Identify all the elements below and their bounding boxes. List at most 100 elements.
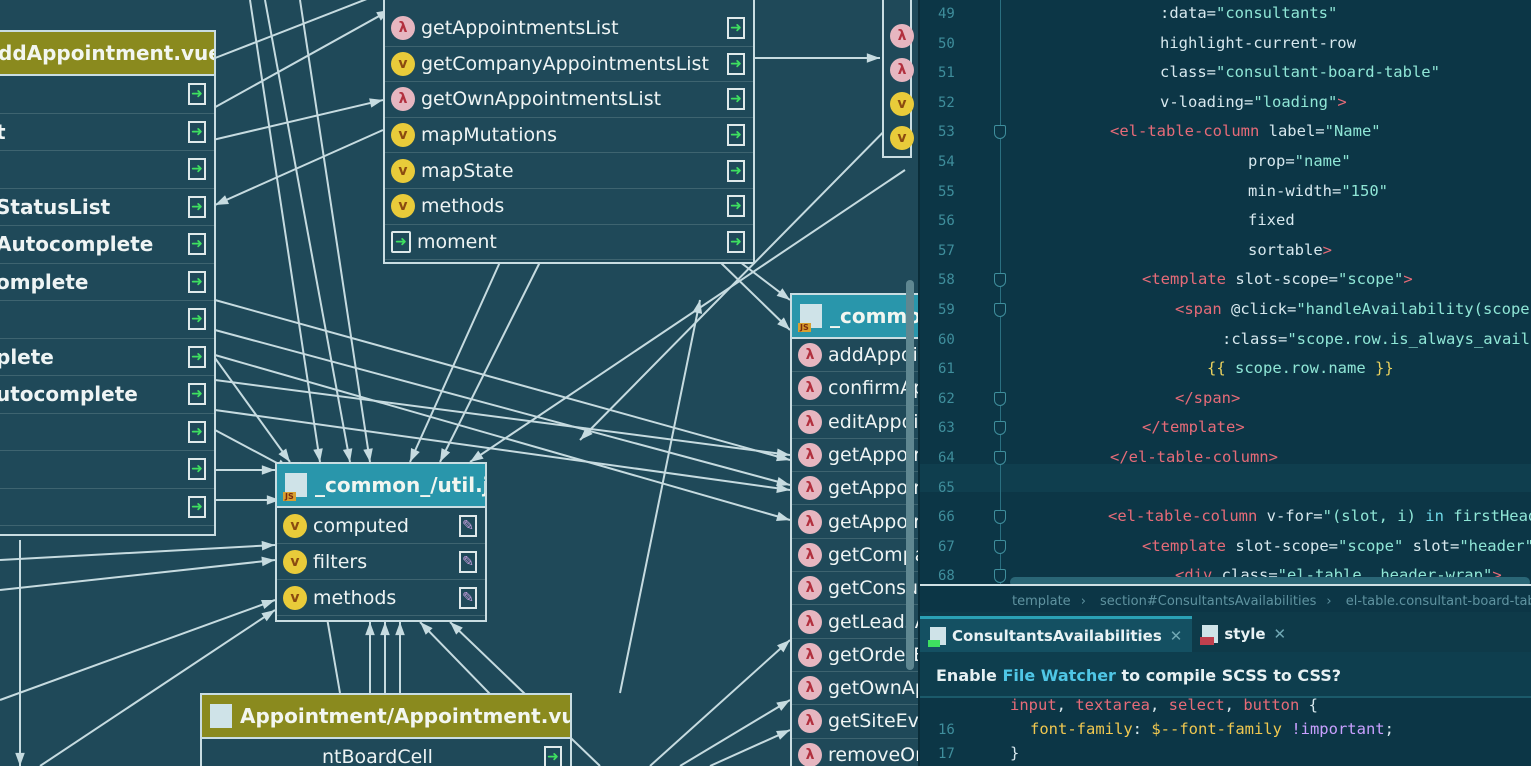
member-row[interactable]: utocomplete ➜ — [0, 376, 214, 414]
line-number: 59 — [938, 302, 955, 318]
member-row[interactable]: λ getAppoir — [792, 472, 918, 506]
member-row[interactable]: λ getConsul — [792, 572, 918, 606]
fold-marker-icon[interactable] — [994, 539, 1006, 554]
breadcrumb-item[interactable]: template — [1012, 594, 1071, 609]
code-line[interactable]: font-family: $--font-family !important; — [1030, 720, 1394, 738]
common-api-node[interactable]: JS _common_ λ addAppoi λ confirmAp λ editAppoi… — [790, 293, 918, 766]
lambda-icon: λ — [798, 676, 822, 701]
code-line[interactable]: :class="scope.row.is_always_available ? — [1222, 330, 1531, 348]
member-row[interactable]: λ getAppointmentsList ➜ — [385, 11, 753, 47]
member-row[interactable]: ➜ — [0, 489, 214, 526]
member-row[interactable]: v methods ✎ — [277, 580, 485, 616]
breadcrumb-item[interactable]: el-table.consultant-board-table — [1346, 594, 1531, 609]
code-line[interactable]: v-loading="loading"> — [1160, 93, 1347, 111]
code-line[interactable]: <template slot-scope="scope"> — [1142, 270, 1413, 288]
member-row[interactable]: ➜ — [0, 301, 214, 339]
code-line[interactable]: min-width="150" — [1248, 182, 1388, 200]
code-token: , — [1056, 696, 1076, 714]
member-row[interactable]: λ getAppoir — [792, 505, 918, 539]
code-token: $--font-family — [1151, 720, 1292, 738]
node-title: _common_/util.js — [315, 473, 485, 497]
code-line[interactable]: {{ scope.row.name }} — [1207, 359, 1394, 377]
member-row[interactable]: Autocomplete ➜ — [0, 226, 214, 264]
code-token: { — [1299, 696, 1319, 714]
export-arrow-icon: ➜ — [188, 345, 206, 368]
code-line[interactable]: <span @click="handleAvailability(scope.r… — [1175, 300, 1531, 318]
code-token: "Name" — [1324, 122, 1381, 141]
member-row[interactable]: λ editAppoi — [792, 406, 918, 439]
member-row[interactable]: v filters ✎ — [277, 544, 485, 580]
member-row[interactable]: λ getOwnAp — [792, 672, 918, 706]
member-row[interactable]: v getCompanyAppointmentsList ➜ — [385, 47, 753, 83]
fold-marker-icon[interactable] — [994, 303, 1006, 317]
close-icon[interactable]: ✕ — [1170, 627, 1183, 645]
member-row[interactable]: λ removeOr — [792, 739, 918, 766]
fold-marker-icon[interactable] — [994, 273, 1006, 288]
code-line[interactable]: :data="consultants" — [1160, 4, 1337, 22]
diagram-scrollbar[interactable] — [906, 280, 914, 670]
code-line[interactable]: input, textarea, select, button { — [1010, 696, 1318, 714]
fold-marker-icon[interactable] — [994, 125, 1006, 140]
member-row[interactable]: v mapMutations ➜ — [385, 118, 753, 154]
appointment-vue-node[interactable]: Appointment/Appointment.vue ntBoardCell ➜ — [200, 693, 572, 766]
code-line[interactable]: <el-table-column label="Name" — [1110, 122, 1381, 140]
code-token: :data= — [1160, 4, 1216, 22]
member-row[interactable]: λ getOwnAppointmentsList ➜ — [385, 82, 753, 118]
member-row[interactable]: λ getSiteEve — [792, 705, 918, 739]
fold-marker-icon[interactable] — [994, 421, 1006, 436]
code-line[interactable]: </template> — [1142, 418, 1245, 436]
code-line[interactable]: sortable> — [1248, 241, 1332, 259]
member-row[interactable]: ➜ moment ➜ — [385, 225, 753, 261]
code-line[interactable]: <template slot-scope="scope" slot="heade… — [1142, 537, 1531, 555]
member-label: plete — [0, 344, 54, 369]
code-line[interactable]: highlight-current-row — [1160, 34, 1356, 52]
member-row[interactable]: t➜ — [0, 114, 214, 151]
code-line[interactable]: </span> — [1175, 389, 1240, 407]
member-row[interactable]: λ confirmAp — [792, 372, 918, 406]
member-row[interactable]: λ getCompa — [792, 539, 918, 573]
fold-marker-icon[interactable] — [994, 451, 1006, 465]
fold-marker-icon[interactable] — [994, 391, 1006, 406]
code-line[interactable]: class="consultant-board-table" — [1160, 63, 1440, 81]
member-row[interactable]: ➜ — [0, 151, 214, 189]
member-row[interactable]: λ getAppoir — [792, 439, 918, 473]
member-label: getAppoir — [828, 510, 918, 533]
member-row[interactable]: ➜ — [0, 451, 214, 489]
file-watcher-link[interactable]: File Watcher — [1002, 666, 1115, 685]
export-arrow-icon: ➜ — [727, 230, 745, 253]
member-row[interactable]: ntBoardCell ➜ — [202, 739, 570, 766]
member-row[interactable]: StatusList ➜ — [0, 189, 214, 226]
member-row[interactable]: v computed ✎ — [277, 508, 485, 544]
member-row[interactable]: v methods ➜ — [385, 189, 753, 225]
code-token: "consultants" — [1216, 4, 1338, 22]
partial-node[interactable]: λλvv — [882, 0, 914, 158]
member-row[interactable]: omplete ➜ — [0, 264, 214, 301]
add-appointment-node[interactable]: ddAppointment.vue ➜t➜➜StatusList➜Autocom… — [0, 30, 216, 536]
member-row[interactable]: ➜ — [0, 414, 214, 451]
fold-marker-icon[interactable] — [994, 510, 1006, 525]
tab-style[interactable]: style ✕ — [1192, 616, 1296, 652]
code-line[interactable]: fixed — [1248, 211, 1295, 229]
fold-marker-icon[interactable] — [994, 569, 1006, 584]
member-row[interactable]: ➜ — [0, 76, 214, 114]
dependency-diagram[interactable]: ddAppointment.vue ➜t➜➜StatusList➜Autocom… — [0, 0, 918, 766]
util-js-node[interactable]: JS _common_/util.js v computed ✎ v filters ✎ v m… — [275, 462, 487, 622]
tab-consultants-availabilities[interactable]: ConsultantsAvailabilities ✕ — [920, 616, 1193, 652]
member-label: getCompanyAppointmentsList — [421, 52, 709, 75]
code-line[interactable]: prop="name" — [1248, 152, 1351, 170]
code-line[interactable]: </el-table-column> — [1110, 448, 1278, 466]
close-icon[interactable]: ✕ — [1274, 625, 1287, 643]
code-line[interactable]: <el-table-column v-for="(slot, i) in fir… — [1108, 507, 1531, 525]
dependency-arrow — [214, 129, 384, 206]
code-line[interactable]: } — [1010, 744, 1019, 762]
member-row[interactable]: λ addAppoi — [792, 339, 918, 373]
code-editor[interactable]: 49:data="consultants" 50 highlight-current… — [918, 0, 1531, 766]
breadcrumb-item[interactable]: section#ConsultantsAvailabilities — [1100, 594, 1316, 609]
member-row[interactable]: λ getLeadsA — [792, 605, 918, 639]
member-row[interactable]: plete ➜ — [0, 339, 214, 376]
member-row[interactable]: v mapState ➜ — [385, 153, 753, 189]
member-label: omplete — [0, 269, 89, 294]
member-row[interactable]: λ getOrderE — [792, 639, 918, 672]
vue-property-icon: v — [890, 92, 914, 116]
store-node[interactable]: λ getAppointmentsList ➜ v getCompanyAppointm… — [383, 0, 755, 264]
